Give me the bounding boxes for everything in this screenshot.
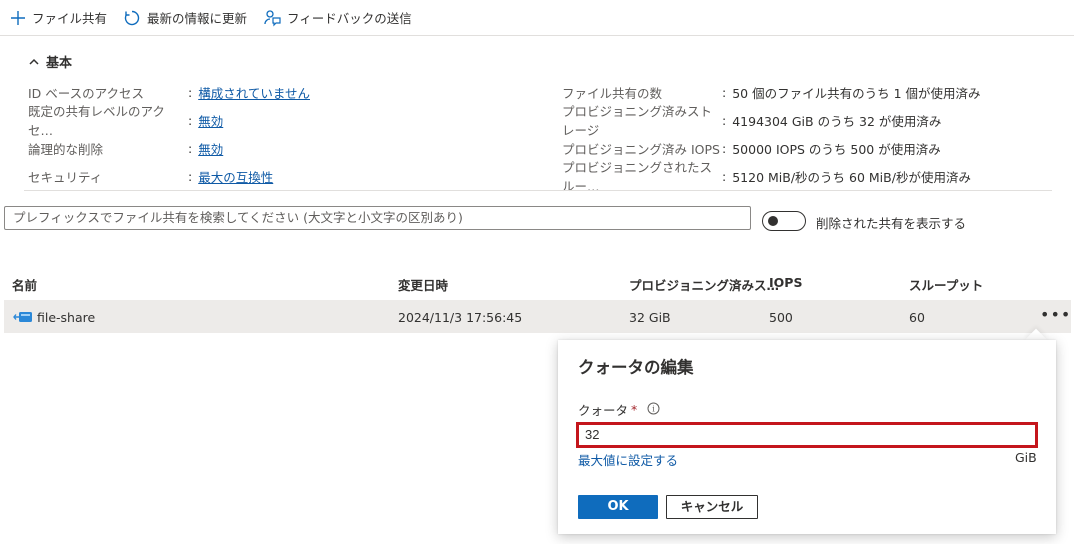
security-link[interactable]: 最大の互換性 (198, 167, 273, 186)
command-bar: ファイル共有 最新の情報に更新 フィードバックの送信 (0, 0, 1074, 36)
column-header-name[interactable]: 名前 (12, 275, 37, 294)
default-share-level-link[interactable]: 無効 (198, 111, 223, 130)
essentials-label: プロビジョニング済みストレージ (562, 104, 713, 138)
essentials-label: セキュリティ (28, 169, 103, 185)
feedback-icon (264, 9, 281, 26)
ok-button[interactable]: OK (578, 495, 658, 519)
quota-input[interactable]: 32 (576, 422, 1038, 448)
more-options-button[interactable]: ••• (1040, 307, 1071, 323)
show-deleted-label: 削除された共有を表示する (816, 216, 967, 231)
essentials-colon: : (188, 84, 193, 100)
column-header-iops[interactable]: IOPS (769, 275, 802, 290)
quota-label-group: クォータ * i (578, 400, 660, 419)
info-icon[interactable]: i (647, 402, 660, 418)
cell-provisioned: 32 GiB (629, 310, 671, 325)
essentials-row-security: セキュリティ : 最大の互換性 (28, 167, 273, 185)
file-share-icon (13, 309, 33, 329)
identity-access-link[interactable]: 構成されていません (198, 83, 310, 102)
cell-throughput: 60 (909, 310, 925, 325)
essentials-row-identity-access: ID ベースのアクセス : 構成されていません (28, 83, 310, 101)
essentials-divider (24, 190, 1052, 191)
feedback-label: フィードバックの送信 (287, 11, 412, 26)
refresh-icon (124, 10, 140, 25)
show-deleted-toggle[interactable] (762, 211, 806, 231)
quota-input-value: 32 (585, 427, 600, 442)
required-mark: * (631, 402, 638, 417)
column-header-modified[interactable]: 変更日時 (398, 275, 448, 294)
essentials-row-provisioned-iops: プロビジョニング済み IOPS : 50000 IOPS のうち 500 が使用… (562, 139, 941, 157)
essentials-colon: : (188, 168, 193, 184)
essentials-label: ファイル共有の数 (562, 85, 663, 101)
essentials-colon: : (188, 140, 193, 156)
quota-unit: GiB (1015, 450, 1037, 465)
essentials-title: 基本 (46, 56, 73, 71)
essentials-colon: : (722, 112, 727, 128)
share-count-value: 50 個のファイル共有のうち 1 個が使用済み (732, 85, 981, 101)
search-input[interactable]: プレフィックスでファイル共有を検索してください (大文字と小文字の区別あり) (4, 206, 751, 230)
essentials-colon: : (722, 168, 727, 184)
set-to-maximum-link[interactable]: 最大値に設定する (578, 450, 678, 469)
cell-iops: 500 (769, 310, 793, 325)
essentials-row-provisioned-storage: プロビジョニング済みストレージ : 4194304 GiB のうち 32 が使用… (562, 104, 942, 138)
column-header-throughput[interactable]: スループット (909, 275, 983, 294)
essentials-label: 論理的な削除 (28, 141, 104, 157)
file-share-name-link[interactable]: file-share (37, 310, 95, 325)
plus-icon (11, 10, 25, 25)
cancel-button[interactable]: キャンセル (666, 495, 758, 519)
provisioned-storage-value: 4194304 GiB のうち 32 が使用済み (732, 113, 942, 129)
essentials-row-share-count: ファイル共有の数 : 50 個のファイル共有のうち 1 個が使用済み (562, 83, 981, 101)
toggle-knob (768, 216, 778, 226)
essentials-toggle[interactable]: 基本 (28, 52, 72, 71)
add-file-share-label: ファイル共有 (32, 11, 108, 26)
feedback-button[interactable]: フィードバックの送信 (263, 6, 412, 30)
column-header-provisioned[interactable]: プロビジョニング済みス… (629, 275, 779, 294)
essentials-label: プロビジョニング済み IOPS (562, 141, 720, 157)
essentials-row-provisioned-throughput: プロビジョニングされたスルー… : 5120 MiB/秒のうち 60 MiB/秒… (562, 160, 971, 194)
essentials-colon: : (722, 140, 727, 156)
soft-delete-link[interactable]: 無効 (198, 139, 223, 158)
essentials-colon: : (722, 84, 727, 100)
essentials-label: 既定の共有レベルのアクセ… (28, 104, 165, 138)
refresh-label: 最新の情報に更新 (147, 11, 248, 26)
search-placeholder: プレフィックスでファイル共有を検索してください (大文字と小文字の区別あり) (13, 210, 463, 225)
essentials-label: ID ベースのアクセス (28, 85, 145, 101)
essentials-row-soft-delete: 論理的な削除 : 無効 (28, 139, 223, 157)
edit-quota-callout: クォータの編集 クォータ * i 32 最大値に設定する GiB OK キャンセ… (558, 340, 1056, 534)
provisioned-throughput-value: 5120 MiB/秒のうち 60 MiB/秒が使用済み (732, 169, 971, 185)
add-file-share-button[interactable]: ファイル共有 (10, 6, 107, 30)
callout-title: クォータの編集 (578, 358, 694, 377)
cell-modified: 2024/11/3 17:56:45 (398, 310, 523, 325)
refresh-button[interactable]: 最新の情報に更新 (123, 6, 247, 30)
provisioned-iops-value: 50000 IOPS のうち 500 が使用済み (732, 141, 941, 157)
quota-label: クォータ (578, 403, 629, 418)
info-glyph: i (652, 404, 655, 413)
essentials-row-default-share-level: 既定の共有レベルのアクセ… : 無効 (28, 104, 223, 138)
chevron-up-icon (29, 58, 39, 65)
essentials-colon: : (188, 112, 193, 128)
